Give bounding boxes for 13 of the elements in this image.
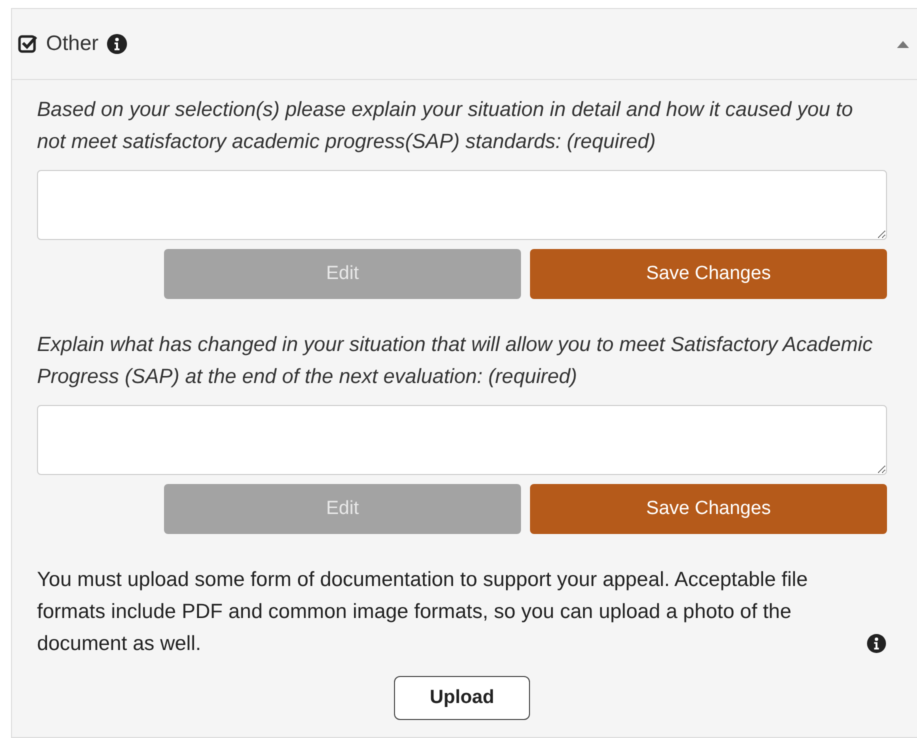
- answer-field[interactable]: [37, 170, 887, 240]
- save-changes-button[interactable]: Save Changes: [530, 249, 887, 299]
- question-prompt: Explain what has changed in your situation that will allow you to meet Satisfactory Academic Progress (SAP) at the end of the next evaluation: (required): [37, 332, 874, 390]
- panel-title: Other: [46, 32, 99, 56]
- upload-button[interactable]: Upload: [394, 676, 530, 720]
- question-prompt: Based on your selection(s) please explain your situation in detail and how it caused you to not meet satisfactory academic progress(SAP) standards: (required): [37, 97, 854, 155]
- save-changes-button[interactable]: Save Changes: [530, 484, 887, 534]
- upload-note: You must upload some form of documentation to support your appeal. Acceptable file formats include PDF and common image formats, so you can upload a photo of the document as well.: [37, 567, 809, 657]
- panel-header[interactable]: Other: [12, 9, 917, 80]
- info-icon: [867, 634, 886, 653]
- info-icon: [106, 34, 127, 54]
- answer-field[interactable]: [37, 405, 887, 475]
- caret-icon: [897, 40, 909, 48]
